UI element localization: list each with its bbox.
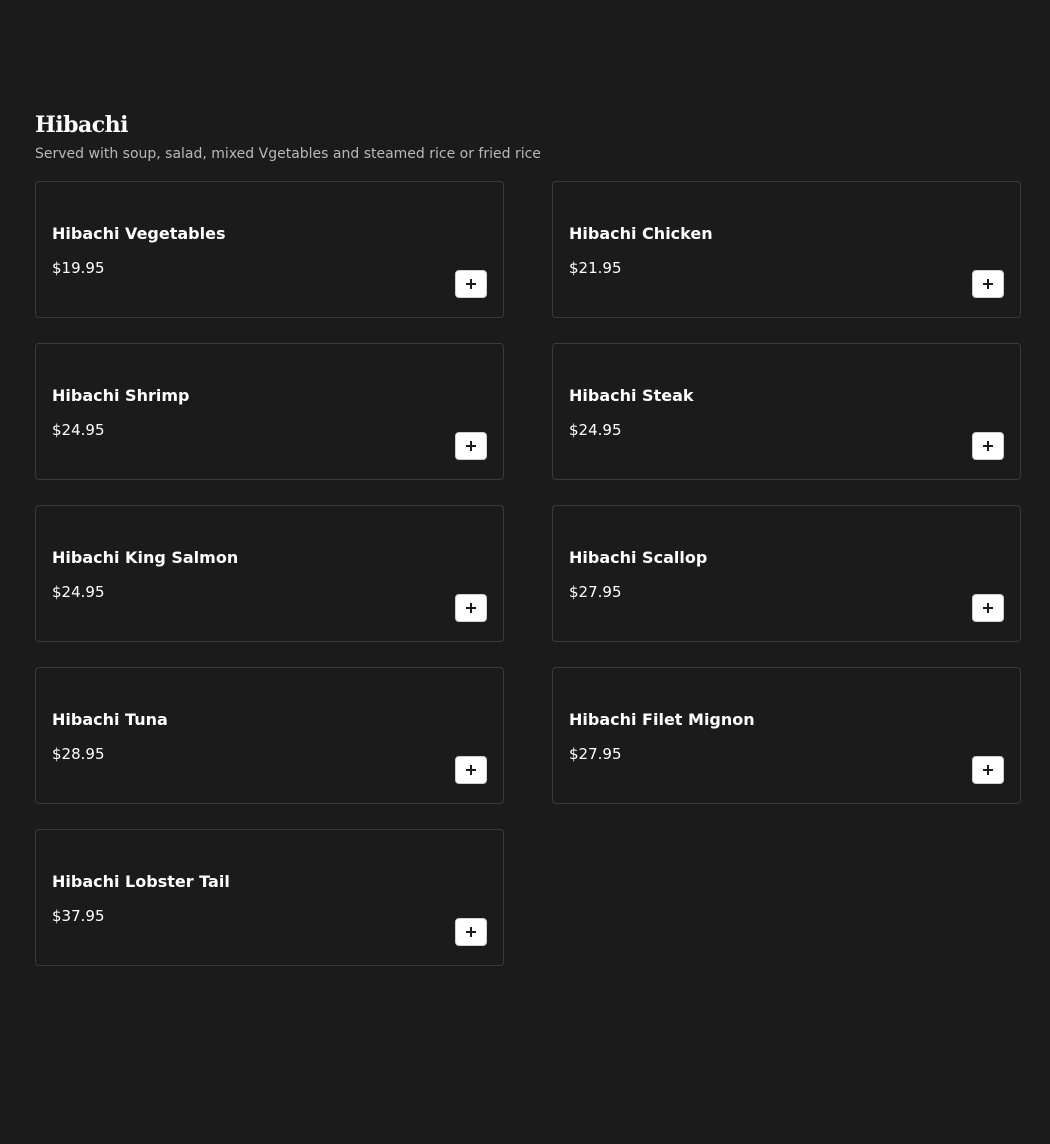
item-price: $24.95: [569, 421, 622, 439]
top-bar: [0, 0, 1050, 98]
plus-icon: [983, 765, 993, 775]
add-item-button[interactable]: [455, 270, 487, 298]
add-item-button[interactable]: [455, 918, 487, 946]
plus-icon: [466, 279, 476, 289]
section-description: Served with soup, salad, mixed Vgetables…: [35, 146, 541, 162]
item-price: $28.95: [52, 745, 105, 763]
add-item-button[interactable]: [455, 756, 487, 784]
add-item-button[interactable]: [455, 594, 487, 622]
item-name: Hibachi Steak: [569, 386, 694, 405]
plus-icon: [983, 279, 993, 289]
item-price: $19.95: [52, 259, 105, 277]
item-name: Hibachi Chicken: [569, 224, 713, 243]
item-name: Hibachi Shrimp: [52, 386, 190, 405]
section-title: Hibachi: [35, 112, 129, 138]
plus-icon: [466, 603, 476, 613]
menu-item-card[interactable]: Hibachi Shrimp $24.95: [35, 343, 504, 480]
plus-icon: [466, 765, 476, 775]
item-price: $24.95: [52, 583, 105, 601]
item-name: Hibachi Vegetables: [52, 224, 226, 243]
item-price: $27.95: [569, 745, 622, 763]
item-name: Hibachi Tuna: [52, 710, 168, 729]
item-price: $24.95: [52, 421, 105, 439]
item-name: Hibachi Scallop: [569, 548, 708, 567]
plus-icon: [466, 927, 476, 937]
item-price: $21.95: [569, 259, 622, 277]
menu-section-header: Hibachi Served with soup, salad, mixed V…: [35, 110, 1021, 164]
plus-icon: [466, 441, 476, 451]
add-item-button[interactable]: [455, 432, 487, 460]
menu-item-card[interactable]: Hibachi Chicken $21.95: [552, 181, 1021, 318]
menu-item-card[interactable]: Hibachi Lobster Tail $37.95: [35, 829, 504, 966]
plus-icon: [983, 603, 993, 613]
item-name: Hibachi Lobster Tail: [52, 872, 230, 891]
menu-item-card[interactable]: Hibachi Steak $24.95: [552, 343, 1021, 480]
add-item-button[interactable]: [972, 594, 1004, 622]
menu-items-grid: Hibachi Vegetables $19.95 Hibachi Chicke…: [35, 181, 1021, 966]
item-name: Hibachi King Salmon: [52, 548, 239, 567]
item-price: $27.95: [569, 583, 622, 601]
menu-item-card[interactable]: Hibachi Tuna $28.95: [35, 667, 504, 804]
item-name: Hibachi Filet Mignon: [569, 710, 755, 729]
menu-item-card[interactable]: Hibachi King Salmon $24.95: [35, 505, 504, 642]
menu-item-card[interactable]: Hibachi Scallop $27.95: [552, 505, 1021, 642]
menu-item-card[interactable]: Hibachi Filet Mignon $27.95: [552, 667, 1021, 804]
item-price: $37.95: [52, 907, 105, 925]
add-item-button[interactable]: [972, 270, 1004, 298]
menu-item-card[interactable]: Hibachi Vegetables $19.95: [35, 181, 504, 318]
add-item-button[interactable]: [972, 432, 1004, 460]
add-item-button[interactable]: [972, 756, 1004, 784]
plus-icon: [983, 441, 993, 451]
